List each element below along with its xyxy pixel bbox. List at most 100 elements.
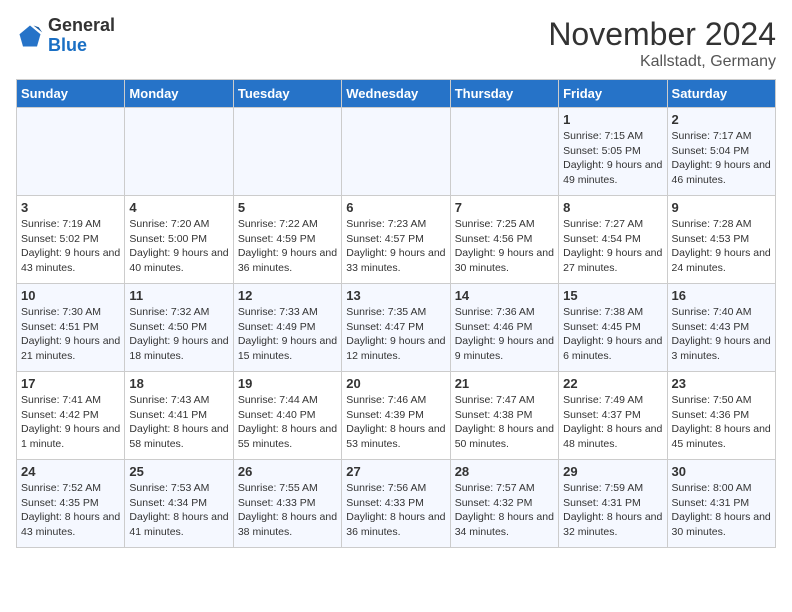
day-number: 24: [21, 464, 120, 479]
day-info: Sunrise: 7:32 AM Sunset: 4:50 PM Dayligh…: [129, 305, 228, 364]
day-number: 30: [672, 464, 771, 479]
day-info: Sunrise: 7:59 AM Sunset: 4:31 PM Dayligh…: [563, 481, 662, 540]
week-row-4: 17 Sunrise: 7:41 AM Sunset: 4:42 PM Dayli…: [17, 372, 776, 460]
day-info: Sunrise: 7:35 AM Sunset: 4:47 PM Dayligh…: [346, 305, 445, 364]
calendar-cell: 19 Sunrise: 7:44 AM Sunset: 4:40 PM Dayli…: [233, 372, 341, 460]
day-number: 20: [346, 376, 445, 391]
day-number: 18: [129, 376, 228, 391]
day-number: 10: [21, 288, 120, 303]
calendar-cell: 14 Sunrise: 7:36 AM Sunset: 4:46 PM Dayli…: [450, 284, 558, 372]
day-info: Sunrise: 7:44 AM Sunset: 4:40 PM Dayligh…: [238, 393, 337, 452]
day-number: 15: [563, 288, 662, 303]
calendar-cell: 22 Sunrise: 7:49 AM Sunset: 4:37 PM Dayli…: [559, 372, 667, 460]
logo-icon: [16, 22, 44, 50]
calendar-header-row: SundayMondayTuesdayWednesdayThursdayFrid…: [17, 80, 776, 108]
day-info: Sunrise: 7:25 AM Sunset: 4:56 PM Dayligh…: [455, 217, 554, 276]
column-header-monday: Monday: [125, 80, 233, 108]
calendar-cell: 3 Sunrise: 7:19 AM Sunset: 5:02 PM Daylig…: [17, 196, 125, 284]
day-number: 13: [346, 288, 445, 303]
calendar-cell: 24 Sunrise: 7:52 AM Sunset: 4:35 PM Dayli…: [17, 460, 125, 548]
logo-general-text: General: [48, 16, 115, 36]
calendar-cell: 2 Sunrise: 7:17 AM Sunset: 5:04 PM Daylig…: [667, 108, 775, 196]
calendar-cell: 23Sunrise: 7:50 AM Sunset: 4:36 PM Dayli…: [667, 372, 775, 460]
day-number: 23: [672, 376, 771, 391]
logo-text: General Blue: [48, 16, 115, 56]
day-number: 22: [563, 376, 662, 391]
logo-blue-text: Blue: [48, 36, 115, 56]
day-number: 14: [455, 288, 554, 303]
day-number: 3: [21, 200, 120, 215]
day-info: Sunrise: 7:27 AM Sunset: 4:54 PM Dayligh…: [563, 217, 662, 276]
day-number: 29: [563, 464, 662, 479]
calendar-cell: 11 Sunrise: 7:32 AM Sunset: 4:50 PM Dayli…: [125, 284, 233, 372]
calendar-cell: 8 Sunrise: 7:27 AM Sunset: 4:54 PM Daylig…: [559, 196, 667, 284]
calendar-cell: 1Sunrise: 7:15 AM Sunset: 5:05 PM Daylig…: [559, 108, 667, 196]
calendar-cell: 28 Sunrise: 7:57 AM Sunset: 4:32 PM Dayli…: [450, 460, 558, 548]
day-info: Sunrise: 8:00 AM Sunset: 4:31 PM Dayligh…: [672, 481, 771, 540]
calendar-cell: 17 Sunrise: 7:41 AM Sunset: 4:42 PM Dayli…: [17, 372, 125, 460]
page-header: General Blue November 2024 Kallstadt, Ge…: [16, 16, 776, 71]
calendar-cell: [342, 108, 450, 196]
calendar-cell: 5 Sunrise: 7:22 AM Sunset: 4:59 PM Daylig…: [233, 196, 341, 284]
day-number: 8: [563, 200, 662, 215]
column-header-saturday: Saturday: [667, 80, 775, 108]
calendar-cell: 25 Sunrise: 7:53 AM Sunset: 4:34 PM Dayli…: [125, 460, 233, 548]
day-info: Sunrise: 7:28 AM Sunset: 4:53 PM Dayligh…: [672, 217, 771, 276]
day-number: 25: [129, 464, 228, 479]
day-info: Sunrise: 7:17 AM Sunset: 5:04 PM Dayligh…: [672, 129, 771, 188]
day-info: Sunrise: 7:40 AM Sunset: 4:43 PM Dayligh…: [672, 305, 771, 364]
day-info: Sunrise: 7:56 AM Sunset: 4:33 PM Dayligh…: [346, 481, 445, 540]
day-info: Sunrise: 7:36 AM Sunset: 4:46 PM Dayligh…: [455, 305, 554, 364]
day-info: Sunrise: 7:22 AM Sunset: 4:59 PM Dayligh…: [238, 217, 337, 276]
day-info: Sunrise: 7:23 AM Sunset: 4:57 PM Dayligh…: [346, 217, 445, 276]
calendar-cell: 21Sunrise: 7:47 AM Sunset: 4:38 PM Dayli…: [450, 372, 558, 460]
day-number: 19: [238, 376, 337, 391]
day-number: 17: [21, 376, 120, 391]
day-info: Sunrise: 7:38 AM Sunset: 4:45 PM Dayligh…: [563, 305, 662, 364]
day-number: 12: [238, 288, 337, 303]
calendar-cell: 30 Sunrise: 8:00 AM Sunset: 4:31 PM Dayli…: [667, 460, 775, 548]
day-number: 1: [563, 112, 662, 127]
day-info: Sunrise: 7:41 AM Sunset: 4:42 PM Dayligh…: [21, 393, 120, 452]
calendar-cell: [450, 108, 558, 196]
week-row-1: 1Sunrise: 7:15 AM Sunset: 5:05 PM Daylig…: [17, 108, 776, 196]
day-number: 11: [129, 288, 228, 303]
location-title: Kallstadt, Germany: [548, 53, 776, 71]
day-info: Sunrise: 7:49 AM Sunset: 4:37 PM Dayligh…: [563, 393, 662, 452]
day-info: Sunrise: 7:52 AM Sunset: 4:35 PM Dayligh…: [21, 481, 120, 540]
calendar-body: 1Sunrise: 7:15 AM Sunset: 5:05 PM Daylig…: [17, 108, 776, 548]
calendar-cell: [17, 108, 125, 196]
calendar-cell: 27 Sunrise: 7:56 AM Sunset: 4:33 PM Dayli…: [342, 460, 450, 548]
day-number: 27: [346, 464, 445, 479]
column-header-thursday: Thursday: [450, 80, 558, 108]
day-number: 16: [672, 288, 771, 303]
day-info: Sunrise: 7:33 AM Sunset: 4:49 PM Dayligh…: [238, 305, 337, 364]
day-info: Sunrise: 7:43 AM Sunset: 4:41 PM Dayligh…: [129, 393, 228, 452]
calendar-cell: 4Sunrise: 7:20 AM Sunset: 5:00 PM Daylig…: [125, 196, 233, 284]
calendar-cell: 10 Sunrise: 7:30 AM Sunset: 4:51 PM Dayli…: [17, 284, 125, 372]
column-header-friday: Friday: [559, 80, 667, 108]
calendar-cell: 20Sunrise: 7:46 AM Sunset: 4:39 PM Dayli…: [342, 372, 450, 460]
day-number: 7: [455, 200, 554, 215]
calendar-cell: 13 Sunrise: 7:35 AM Sunset: 4:47 PM Dayli…: [342, 284, 450, 372]
day-number: 2: [672, 112, 771, 127]
calendar-cell: 7 Sunrise: 7:25 AM Sunset: 4:56 PM Daylig…: [450, 196, 558, 284]
day-number: 26: [238, 464, 337, 479]
week-row-2: 3 Sunrise: 7:19 AM Sunset: 5:02 PM Daylig…: [17, 196, 776, 284]
calendar-cell: [125, 108, 233, 196]
column-header-wednesday: Wednesday: [342, 80, 450, 108]
column-header-tuesday: Tuesday: [233, 80, 341, 108]
day-info: Sunrise: 7:53 AM Sunset: 4:34 PM Dayligh…: [129, 481, 228, 540]
day-number: 5: [238, 200, 337, 215]
day-info: Sunrise: 7:19 AM Sunset: 5:02 PM Dayligh…: [21, 217, 120, 276]
calendar-cell: 12 Sunrise: 7:33 AM Sunset: 4:49 PM Dayli…: [233, 284, 341, 372]
day-info: Sunrise: 7:57 AM Sunset: 4:32 PM Dayligh…: [455, 481, 554, 540]
week-row-3: 10 Sunrise: 7:30 AM Sunset: 4:51 PM Dayli…: [17, 284, 776, 372]
day-info: Sunrise: 7:30 AM Sunset: 4:51 PM Dayligh…: [21, 305, 120, 364]
calendar-cell: 26Sunrise: 7:55 AM Sunset: 4:33 PM Dayli…: [233, 460, 341, 548]
day-info: Sunrise: 7:20 AM Sunset: 5:00 PM Dayligh…: [129, 217, 228, 276]
calendar-table: SundayMondayTuesdayWednesdayThursdayFrid…: [16, 79, 776, 548]
day-info: Sunrise: 7:47 AM Sunset: 4:38 PM Dayligh…: [455, 393, 554, 452]
week-row-5: 24 Sunrise: 7:52 AM Sunset: 4:35 PM Dayli…: [17, 460, 776, 548]
day-number: 28: [455, 464, 554, 479]
